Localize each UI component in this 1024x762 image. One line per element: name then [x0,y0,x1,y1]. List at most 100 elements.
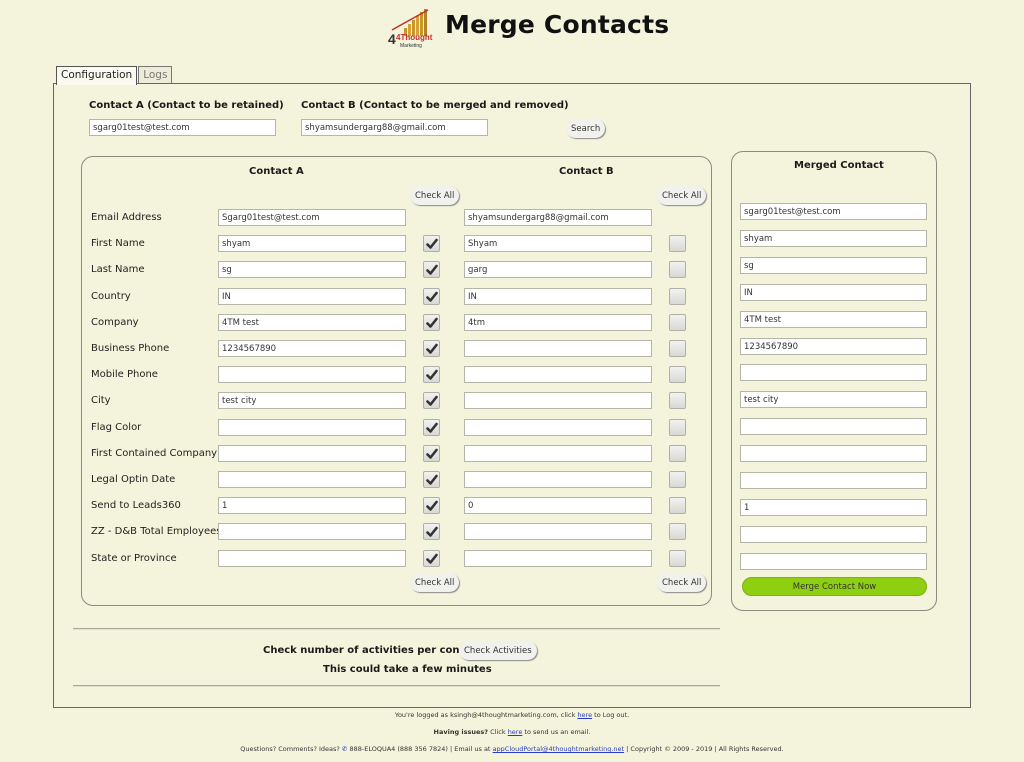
checkmark-icon [425,422,438,433]
field-label: Last Name [91,264,145,275]
contact-b-field-input[interactable] [464,392,652,409]
contact-b-field-input[interactable] [464,261,652,278]
logo-icon: 4 4Thought Marketing [388,9,433,49]
contact-a-field-checkbox[interactable] [423,340,440,357]
merged-field-input[interactable] [740,364,927,381]
compare-box: Contact A Contact B Check All Check All … [81,156,712,606]
contact-b-field-input[interactable] [464,340,652,357]
page-header: 4 4Thought Marketing Merge Contacts [0,4,1024,49]
search-button[interactable]: Search [566,119,606,138]
contact-b-search-input[interactable] [301,119,488,136]
contact-a-field-input[interactable] [218,209,406,226]
merged-field-input[interactable] [740,230,927,247]
contact-a-field-input[interactable] [218,419,406,436]
contact-a-field-input[interactable] [218,366,406,383]
merged-field-input[interactable] [740,472,927,489]
checkmark-icon [425,553,438,564]
contact-b-field-input[interactable] [464,550,652,567]
checkmark-icon [425,369,438,380]
merged-field-input[interactable] [740,391,927,408]
contact-b-field-input[interactable] [464,497,652,514]
divider-top [73,628,720,629]
configuration-panel: Contact A (Contact to be retained) Conta… [53,83,971,708]
contact-b-field-input[interactable] [464,471,652,488]
contact-a-field-checkbox[interactable] [423,523,440,540]
contact-a-field-input[interactable] [218,288,406,305]
contact-b-field-input[interactable] [464,366,652,383]
contact-a-field-input[interactable] [218,392,406,409]
contact-a-field-checkbox[interactable] [423,235,440,252]
merged-field-input[interactable] [740,284,927,301]
contact-b-field-checkbox[interactable] [669,235,686,252]
merged-field-input[interactable] [740,418,927,435]
merged-field-input[interactable] [740,257,927,274]
contact-a-field-checkbox[interactable] [423,314,440,331]
contact-b-field-checkbox[interactable] [669,419,686,436]
contact-b-field-checkbox[interactable] [669,523,686,540]
portal-email-link[interactable]: appCloudPortal@4thoughtmarketing.net [493,745,625,753]
contact-a-field-checkbox[interactable] [423,471,440,488]
contact-b-field-checkbox[interactable] [669,314,686,331]
tab-logs[interactable]: Logs [138,66,173,84]
merged-field-input[interactable] [740,338,927,355]
contact-a-field-input[interactable] [218,550,406,567]
contact-a-field-checkbox[interactable] [423,497,440,514]
merged-field-input[interactable] [740,499,927,516]
merged-field-input[interactable] [740,526,927,543]
contact-b-field-input[interactable] [464,209,652,226]
merged-field-input[interactable] [740,203,927,220]
contact-a-field-input[interactable] [218,261,406,278]
checkmark-icon [425,500,438,511]
contact-a-search-input[interactable] [89,119,276,136]
merged-field-input[interactable] [740,445,927,462]
check-all-a-bottom-button[interactable]: Check All [410,573,460,592]
contact-a-field-input[interactable] [218,497,406,514]
contact-b-field-checkbox[interactable] [669,340,686,357]
contact-b-field-checkbox[interactable] [669,550,686,567]
contact-b-field-checkbox[interactable] [669,497,686,514]
contact-b-field-checkbox[interactable] [669,392,686,409]
contact-a-field-checkbox[interactable] [423,392,440,409]
contact-a-field-input[interactable] [218,445,406,462]
contact-b-field-input[interactable] [464,523,652,540]
divider-bottom [73,685,720,686]
check-activities-button[interactable]: Check Activities [459,641,537,660]
contact-b-field-input[interactable] [464,419,652,436]
check-all-b-top-button[interactable]: Check All [657,186,707,205]
contact-b-field-checkbox[interactable] [669,288,686,305]
activities-prompt: Check number of activities per contact [263,645,482,656]
contact-a-field-checkbox[interactable] [423,550,440,567]
contact-b-field-checkbox[interactable] [669,366,686,383]
merge-contact-now-button[interactable]: Merge Contact Now [742,577,927,596]
check-all-a-top-button[interactable]: Check All [410,186,460,205]
contact-b-field-input[interactable] [464,445,652,462]
contact-a-field-input[interactable] [218,523,406,540]
svg-text:Marketing: Marketing [400,43,422,48]
check-all-b-bottom-button[interactable]: Check All [657,573,707,592]
contact-b-field-input[interactable] [464,235,652,252]
contact-a-field-input[interactable] [218,340,406,357]
contact-a-header: Contact A [249,166,304,177]
logout-link[interactable]: here [577,711,592,719]
contact-a-field-input[interactable] [218,314,406,331]
contact-b-field-checkbox[interactable] [669,445,686,462]
tab-configuration[interactable]: Configuration [56,66,138,85]
contact-a-field-input[interactable] [218,235,406,252]
contact-b-field-input[interactable] [464,288,652,305]
contact-a-field-checkbox[interactable] [423,419,440,436]
field-label: First Contained Company [91,448,218,459]
email-support-link[interactable]: here [508,728,523,736]
contact-a-field-input[interactable] [218,471,406,488]
contact-a-field-checkbox[interactable] [423,445,440,462]
contact-b-field-checkbox[interactable] [669,261,686,278]
contact-a-field-checkbox[interactable] [423,261,440,278]
checkmark-icon [425,474,438,485]
contact-b-field-checkbox[interactable] [669,471,686,488]
merged-field-input[interactable] [740,311,927,328]
contact-b-field-input[interactable] [464,314,652,331]
contact-a-field-checkbox[interactable] [423,288,440,305]
footer-logged-text: You're logged as ksingh@4thoughtmarketin… [394,711,576,719]
merged-field-input[interactable] [740,553,927,570]
contact-a-field-checkbox[interactable] [423,366,440,383]
tab-bar: Configuration Logs [56,66,173,85]
